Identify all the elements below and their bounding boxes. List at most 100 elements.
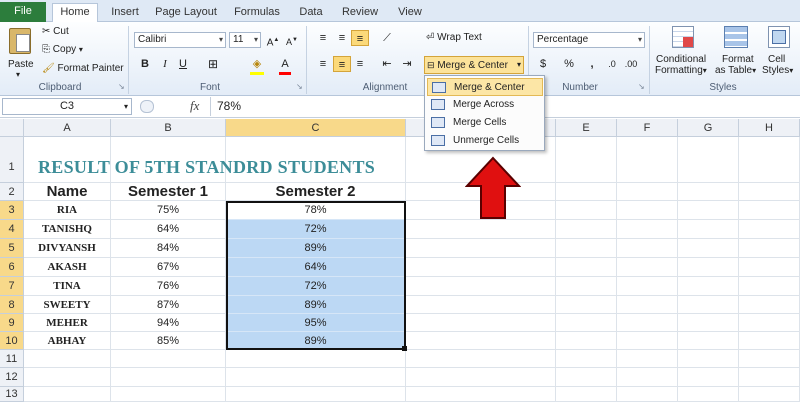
- cell-a7[interactable]: TINA: [24, 277, 111, 296]
- align-bottom-icon[interactable]: ≡: [351, 30, 369, 46]
- orientation-icon[interactable]: ⟋: [378, 30, 396, 46]
- cell-f1[interactable]: [617, 137, 678, 183]
- cell-b7[interactable]: 76%: [111, 277, 226, 296]
- dialog-launcher-icon[interactable]: ↘: [638, 82, 645, 91]
- menu-item-merge-center[interactable]: Merge & Center: [427, 78, 543, 96]
- tab-formulas[interactable]: Formulas: [232, 4, 282, 22]
- cell-h10[interactable]: [739, 332, 800, 350]
- cell-h3[interactable]: [739, 201, 800, 220]
- fill-handle[interactable]: [402, 346, 407, 351]
- fill-color-icon[interactable]: ◈: [248, 56, 266, 72]
- conditional-formatting-button[interactable]: Conditional Formatting▾: [654, 26, 710, 80]
- formula-bar-splitter[interactable]: [140, 100, 154, 113]
- row-header-10[interactable]: 10: [0, 332, 24, 350]
- cell-e9[interactable]: [556, 314, 617, 332]
- cell-h12[interactable]: [739, 368, 800, 387]
- cell-e8[interactable]: [556, 296, 617, 314]
- cell-e11[interactable]: [556, 350, 617, 368]
- cell-g1[interactable]: [678, 137, 739, 183]
- cell-f12[interactable]: [617, 368, 678, 387]
- cell-e7[interactable]: [556, 277, 617, 296]
- row-header-11[interactable]: 11: [0, 350, 24, 368]
- cell-b5[interactable]: 84%: [111, 239, 226, 258]
- cell-b9[interactable]: 94%: [111, 314, 226, 332]
- cell-g4[interactable]: [678, 220, 739, 239]
- cell-b13[interactable]: [111, 387, 226, 402]
- increase-indent-icon[interactable]: ⇥: [398, 56, 416, 72]
- cell-h7[interactable]: [739, 277, 800, 296]
- comma-button[interactable]: ,: [583, 56, 601, 72]
- cell-g8[interactable]: [678, 296, 739, 314]
- cell-a13[interactable]: [24, 387, 111, 402]
- increase-decimal-icon[interactable]: .0: [603, 56, 621, 72]
- cell-f7[interactable]: [617, 277, 678, 296]
- sheet-title[interactable]: RESULT OF 5TH STANDRD STUDENTS: [38, 157, 375, 178]
- shrink-font-icon[interactable]: A▼: [283, 32, 301, 48]
- cell-g10[interactable]: [678, 332, 739, 350]
- align-center-icon[interactable]: ≡: [333, 56, 351, 72]
- row-header-2[interactable]: 2: [0, 183, 24, 201]
- tab-page-layout[interactable]: Page Layout: [155, 4, 217, 22]
- column-header-c[interactable]: C: [226, 119, 406, 137]
- cell-b11[interactable]: [111, 350, 226, 368]
- cell-d12[interactable]: [406, 368, 556, 387]
- cell-a10[interactable]: ABHAY: [24, 332, 111, 350]
- cell-d7[interactable]: [406, 277, 556, 296]
- cell-g6[interactable]: [678, 258, 739, 277]
- borders-icon[interactable]: ⊞: [204, 56, 222, 72]
- format-painter-button[interactable]: 🖌 Format Painter: [42, 63, 124, 74]
- column-header-g[interactable]: G: [678, 119, 739, 137]
- cell-b10[interactable]: 85%: [111, 332, 226, 350]
- decrease-indent-icon[interactable]: ⇤: [378, 56, 396, 72]
- cell-c13[interactable]: [226, 387, 406, 402]
- cell-b8[interactable]: 87%: [111, 296, 226, 314]
- percent-button[interactable]: %: [560, 56, 578, 72]
- insert-function-icon[interactable]: fx: [190, 98, 199, 114]
- menu-item-merge-cells[interactable]: Merge Cells: [427, 114, 543, 132]
- italic-button[interactable]: I: [156, 56, 174, 72]
- cell-f3[interactable]: [617, 201, 678, 220]
- row-header-12[interactable]: 12: [0, 368, 24, 387]
- cell-h5[interactable]: [739, 239, 800, 258]
- dialog-launcher-icon[interactable]: ↘: [296, 82, 303, 91]
- worksheet-grid[interactable]: ABCDEFGH 12345678910111213 NameSemester …: [0, 119, 800, 402]
- cell-e4[interactable]: [556, 220, 617, 239]
- cell-e3[interactable]: [556, 201, 617, 220]
- cell-a6[interactable]: AKASH: [24, 258, 111, 277]
- column-header-a[interactable]: A: [24, 119, 111, 137]
- cell-d9[interactable]: [406, 314, 556, 332]
- cell-a3[interactable]: RIA: [24, 201, 111, 220]
- wrap-text-button[interactable]: ⏎ Wrap Text: [426, 32, 482, 43]
- font-color-icon[interactable]: A: [276, 56, 294, 72]
- cut-button[interactable]: ✂ Cut: [42, 26, 69, 37]
- underline-button[interactable]: U: [174, 56, 192, 72]
- tab-data[interactable]: Data: [296, 4, 326, 22]
- cell-c2[interactable]: Semester 2: [226, 183, 406, 201]
- cell-e1[interactable]: [556, 137, 617, 183]
- decrease-decimal-icon[interactable]: .00: [622, 56, 640, 72]
- cell-b4[interactable]: 64%: [111, 220, 226, 239]
- cell-b3[interactable]: 75%: [111, 201, 226, 220]
- menu-item-unmerge-cells[interactable]: Unmerge Cells: [427, 132, 543, 150]
- tab-home[interactable]: Home: [52, 3, 98, 22]
- cell-g2[interactable]: [678, 183, 739, 201]
- row-header-1[interactable]: 1: [0, 137, 24, 183]
- tab-view[interactable]: View: [395, 4, 425, 22]
- cell-d6[interactable]: [406, 258, 556, 277]
- row-header-6[interactable]: 6: [0, 258, 24, 277]
- cell-e6[interactable]: [556, 258, 617, 277]
- row-header-7[interactable]: 7: [0, 277, 24, 296]
- cell-h9[interactable]: [739, 314, 800, 332]
- copy-button[interactable]: ⎘ Copy ▾: [42, 44, 83, 55]
- cell-b12[interactable]: [111, 368, 226, 387]
- row-header-8[interactable]: 8: [0, 296, 24, 314]
- cell-d11[interactable]: [406, 350, 556, 368]
- tab-file[interactable]: File: [0, 2, 46, 22]
- cell-h6[interactable]: [739, 258, 800, 277]
- cell-b6[interactable]: 67%: [111, 258, 226, 277]
- cell-e13[interactable]: [556, 387, 617, 402]
- cell-a4[interactable]: TANISHQ: [24, 220, 111, 239]
- cell-g11[interactable]: [678, 350, 739, 368]
- align-right-icon[interactable]: ≡: [351, 56, 369, 72]
- column-header-b[interactable]: B: [111, 119, 226, 137]
